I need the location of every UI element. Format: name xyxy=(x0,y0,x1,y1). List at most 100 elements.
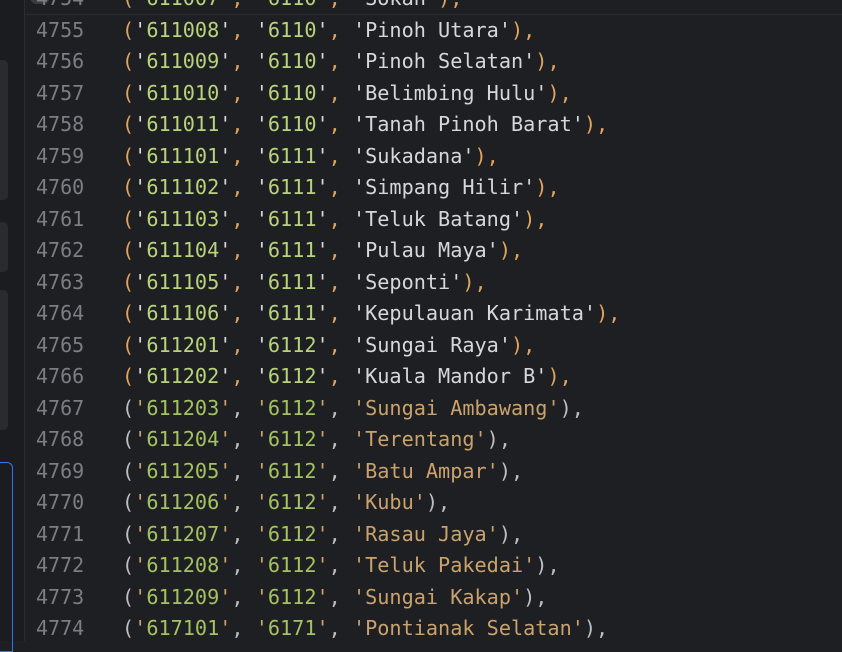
district-id: 611011 xyxy=(146,112,220,136)
comma: , xyxy=(231,395,256,420)
district-id: 611101 xyxy=(146,143,220,168)
comma: , xyxy=(231,584,256,609)
code-text: ('611205', '6112', 'Batu Ampar'), xyxy=(122,456,523,487)
line-number: 4761 xyxy=(36,206,85,231)
open-paren: ( xyxy=(122,17,135,42)
code-line[interactable]: 4772 ('611208', '6112', 'Teluk Pakedai'), xyxy=(24,550,842,581)
district-name: Sungai Kakap xyxy=(365,584,511,609)
quote: ' xyxy=(583,301,597,325)
rail-panel-tab[interactable] xyxy=(0,290,8,430)
district-id: 611105 xyxy=(146,269,220,294)
quote: ' xyxy=(316,17,329,42)
code-line[interactable]: 4759 ('611101', '6111', 'Sukadana'), xyxy=(24,141,842,172)
district-name: Rasau Jaya xyxy=(365,521,487,546)
quote: ' xyxy=(316,332,329,357)
quote: ' xyxy=(316,458,329,483)
regency-id: 6110 xyxy=(268,0,317,10)
code-line[interactable]: 4755 ('611008', '6110', 'Pinoh Utara'), xyxy=(24,15,842,46)
quote: ' xyxy=(219,332,232,357)
code-line[interactable]: 4768 ('611204', '6112', 'Terentang'), xyxy=(24,424,842,455)
quote: ' xyxy=(352,332,366,357)
quote: ' xyxy=(134,364,147,388)
code-line[interactable]: 4771 ('611207', '6112', 'Rasau Jaya'), xyxy=(24,519,842,550)
district-name: Teluk Batang xyxy=(365,206,511,231)
code-line[interactable]: 4760 ('611102', '6111', 'Simpang Hilir'), xyxy=(24,172,842,203)
code-line[interactable]: 4767 ('611203', '6112', 'Sungai Ambawang'… xyxy=(24,393,842,424)
regency-id: 6112 xyxy=(267,427,317,451)
code-line[interactable]: 4764 ('611106', '6111', 'Kepulauan Karima… xyxy=(24,298,842,329)
comma: , xyxy=(328,238,353,262)
quote: ' xyxy=(219,0,231,10)
open-paren: ( xyxy=(122,521,135,546)
quote: ' xyxy=(219,49,232,73)
quote: ' xyxy=(134,17,147,42)
quote: ' xyxy=(134,0,146,10)
rail-panel-tab[interactable] xyxy=(0,222,8,272)
comma: , xyxy=(328,269,353,294)
line-number: 4754 xyxy=(36,0,100,14)
tool-window-rail xyxy=(0,0,25,652)
open-paren: ( xyxy=(122,112,135,136)
quote: ' xyxy=(134,143,147,168)
code-text: ('611207', '6112', 'Rasau Jaya'), xyxy=(122,519,523,550)
code-line[interactable]: 4765 ('611201', '6112', 'Sungai Raya'), xyxy=(24,330,842,361)
regency-id: 6110 xyxy=(267,112,317,136)
rail-active-outline xyxy=(0,462,13,652)
regency-id: 6112 xyxy=(267,332,317,357)
comma: , xyxy=(231,458,256,483)
quote: ' xyxy=(219,301,232,325)
quote: ' xyxy=(134,206,147,231)
code-line[interactable]: 4756 ('611009', '6110', 'Pinoh Selatan'), xyxy=(24,46,842,77)
code-line[interactable]: 4769 ('611205', '6112', 'Batu Ampar'), xyxy=(24,456,842,487)
code-line[interactable]: 4761 ('611103', '6111', 'Teluk Batang'), xyxy=(24,204,842,235)
quote: ' xyxy=(316,80,329,105)
quote: ' xyxy=(255,301,268,325)
code-text: ('611206', '6112', 'Kubu'), xyxy=(122,487,450,518)
code-text: ('617101', '6171', 'Pontianak Selatan'), xyxy=(122,613,608,644)
quote: ' xyxy=(134,458,147,483)
line-number: 4763 xyxy=(36,269,85,294)
close-paren: ), xyxy=(510,332,536,357)
district-name: Pontianak Selatan xyxy=(365,616,572,640)
code-editor[interactable]: 4754('611007', '6110', 'Sokan'),4755('61… xyxy=(24,0,842,641)
district-id: 611008 xyxy=(146,17,220,42)
quote: ' xyxy=(352,17,366,42)
quote: ' xyxy=(134,553,147,577)
code-text: ('611208', '6112', 'Teluk Pakedai'), xyxy=(122,550,560,581)
quote: ' xyxy=(523,175,536,199)
code-text: ('611011', '6110', 'Tanah Pinoh Barat'), xyxy=(122,109,608,140)
quote: ' xyxy=(219,458,232,483)
code-line[interactable]: 4770 ('611206', '6112', 'Kubu'), xyxy=(24,487,842,518)
regency-id: 6112 xyxy=(267,584,317,609)
code-line[interactable]: 4774 ('617101', '6171', 'Pontianak Selata… xyxy=(24,613,842,644)
quote: ' xyxy=(134,490,147,514)
open-paren: ( xyxy=(122,553,135,577)
code-line[interactable]: 4754('611007', '6110', 'Sokan'), xyxy=(24,0,842,14)
code-line[interactable]: 4762 ('611104', '6111', 'Pulau Maya'), xyxy=(24,235,842,266)
code-line[interactable]: 4758 ('611011', '6110', 'Tanah Pinoh Bara… xyxy=(24,109,842,140)
district-id: 611102 xyxy=(146,175,220,199)
quote: ' xyxy=(316,112,329,136)
line-number: 4769 xyxy=(36,458,85,483)
close-paren: ), xyxy=(510,17,536,42)
code-line[interactable]: 4763 ('611105', '6111', 'Seponti'), xyxy=(24,267,842,298)
quote: ' xyxy=(352,458,366,483)
code-line[interactable]: 4757 ('611010', '6110', 'Belimbing Hulu')… xyxy=(24,78,842,109)
rail-panel-tab[interactable] xyxy=(0,60,8,200)
line-number: 4765 xyxy=(36,332,85,357)
district-name: Sungai Raya xyxy=(365,332,499,357)
comma: , xyxy=(231,616,256,640)
district-id: 611207 xyxy=(146,521,220,546)
close-paren: ), xyxy=(596,301,621,325)
district-id: 611208 xyxy=(146,553,220,577)
comma: , xyxy=(328,584,353,609)
open-paren: ( xyxy=(122,80,135,105)
code-line[interactable]: 4766 ('611202', '6112', 'Kuala Mandor B')… xyxy=(24,361,842,392)
comma: , xyxy=(231,112,256,136)
quote: ' xyxy=(352,143,366,168)
quote: ' xyxy=(413,490,426,514)
code-line[interactable]: 4773 ('611209', '6112', 'Sungai Kakap'), xyxy=(24,582,842,613)
quote: ' xyxy=(219,206,232,231)
code-text: ('611102', '6111', 'Simpang Hilir'), xyxy=(122,172,560,203)
quote: ' xyxy=(219,616,232,640)
